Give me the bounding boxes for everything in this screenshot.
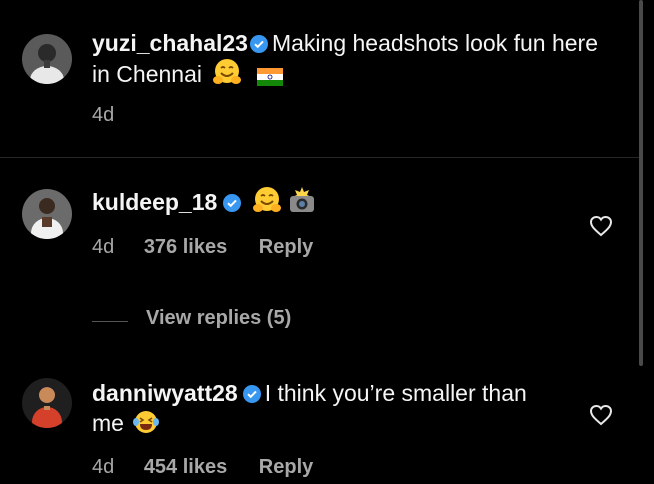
- comment-1-likes[interactable]: 376 likes: [144, 236, 227, 258]
- camera-flash-emoji-icon: [288, 186, 316, 221]
- scrollbar[interactable]: [639, 0, 643, 366]
- caption-avatar[interactable]: [22, 34, 72, 84]
- caption-meta: 4d: [92, 104, 114, 127]
- verified-badge-icon: [223, 189, 242, 219]
- caption-text: Making headshots look fun here: [271, 30, 599, 56]
- comment-2-line-2: me: [92, 408, 160, 442]
- comment-1-avatar[interactable]: [22, 189, 72, 239]
- caption-time: 4d: [92, 104, 115, 126]
- caption-line-2: in Chennai: [92, 58, 283, 93]
- comment-1-username[interactable]: kuldeep_18: [92, 189, 217, 215]
- comment-2-text-line2: me: [92, 410, 124, 436]
- hugging-face-emoji-icon: [212, 58, 242, 93]
- comment-1-time: 4d: [92, 236, 115, 258]
- comment-1-meta: 4d 376 likes Reply: [92, 236, 313, 259]
- hugging-face-emoji-icon: [252, 186, 282, 221]
- view-replies-line: [92, 321, 128, 322]
- caption-divider: [0, 157, 639, 158]
- comment-2-likes[interactable]: 454 likes: [144, 456, 227, 478]
- india-flag-icon: [256, 63, 283, 93]
- comment-2-reply-button[interactable]: Reply: [259, 456, 313, 478]
- comment-1-reply-button[interactable]: Reply: [259, 236, 313, 258]
- comment-2-line-1: danniwyatt28 I think you’re smaller than: [92, 378, 527, 410]
- caption-line-1: yuzi_chahal23 Making headshots look fun h…: [92, 28, 598, 60]
- comments-screen: yuzi_chahal23 Making headshots look fun h…: [0, 0, 654, 484]
- comment-1-like-heart-icon[interactable]: [589, 215, 613, 237]
- comment-2-avatar[interactable]: [22, 378, 72, 428]
- comment-2-username[interactable]: danniwyatt28: [92, 380, 238, 406]
- comment-2-time: 4d: [92, 456, 115, 478]
- verified-badge-icon: [242, 380, 261, 410]
- laughing-tears-emoji-icon: [132, 409, 160, 442]
- verified-badge-icon: [249, 30, 268, 60]
- caption-username[interactable]: yuzi_chahal23: [92, 30, 248, 56]
- comment-2-like-heart-icon[interactable]: [589, 404, 613, 426]
- view-replies-button[interactable]: View replies (5): [146, 307, 291, 330]
- comment-2-meta: 4d 454 likes Reply: [92, 456, 313, 479]
- caption-text-line2: in Chennai: [92, 61, 202, 87]
- comment-1-line-1: kuldeep_18: [92, 186, 316, 221]
- comment-2-text: I think you’re smaller than: [264, 380, 527, 406]
